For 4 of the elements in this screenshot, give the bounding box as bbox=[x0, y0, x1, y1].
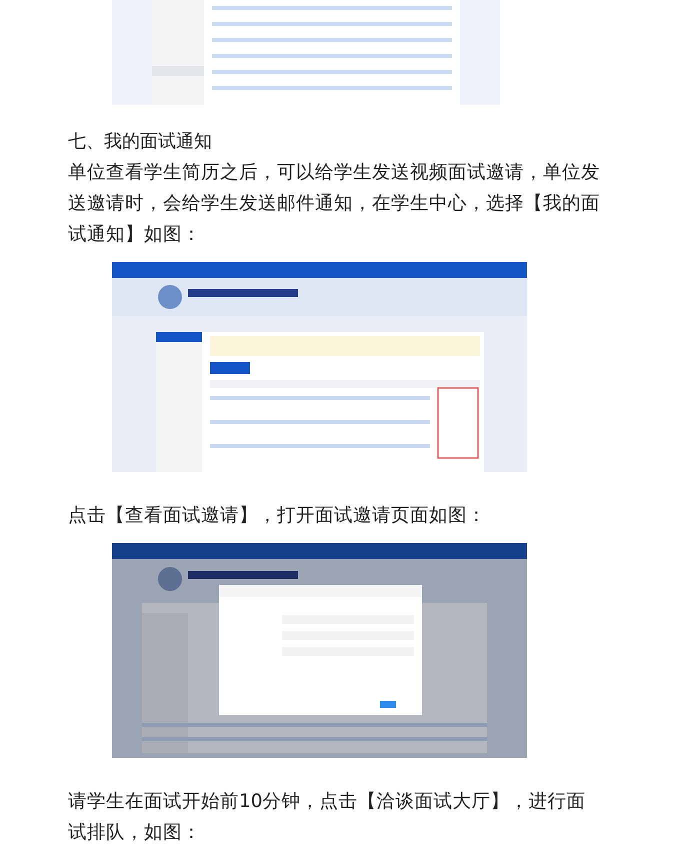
paragraph: 单位查看学生简历之后，可以给学生发送视频面试邀请，单位发送邀请时，会给学生发送邮件通知，在学生中心，选择【我的面试通知】如图： bbox=[68, 161, 601, 247]
paragraph: 请学生在面试开始前10分钟，点击【洽谈面试大厅】，进行面试排队，如图： bbox=[68, 790, 587, 845]
section-heading: 七、我的面试通知 bbox=[68, 130, 213, 154]
paragraph: 点击【查看面试邀请】，打开面试邀请页面如图： bbox=[68, 504, 487, 528]
